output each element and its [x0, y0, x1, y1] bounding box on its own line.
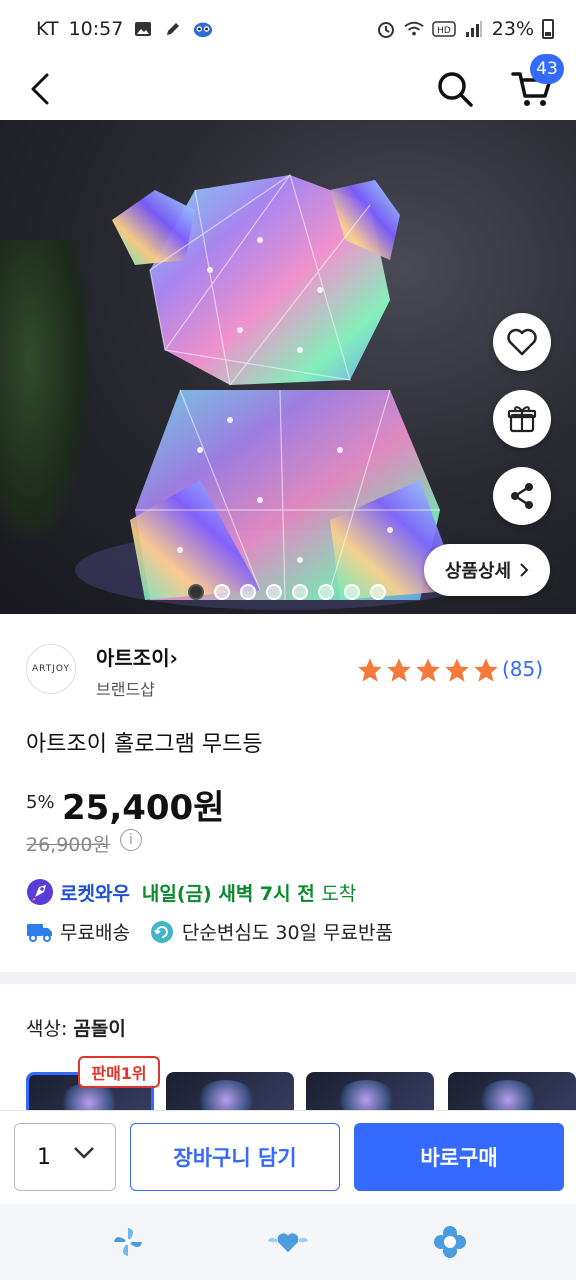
return-policy-label: 단순변심도 30일 무료반품 [181, 922, 393, 944]
share-icon [511, 483, 533, 509]
carousel-dot[interactable] [344, 584, 360, 600]
carousel-indicators [188, 584, 386, 600]
brand-logo[interactable]: ARTJOY [26, 644, 76, 694]
carrier-label: KT [36, 18, 59, 40]
add-to-cart-button[interactable]: 장바구니 담기 [130, 1123, 340, 1191]
wifi-icon [404, 19, 424, 39]
sale-price: 25,400원 [62, 788, 225, 828]
star-icon [416, 658, 440, 682]
arrival-time: 내일(금) 새벽 7시 전 [141, 882, 315, 905]
battery-percent: 23% [491, 18, 534, 40]
carousel-dot[interactable] [292, 584, 308, 600]
rocket-wow-label: 로켓와우 [60, 882, 130, 905]
purchase-action-bar: 1 장바구니 담기 바로구매 [0, 1110, 576, 1204]
gallery-icon [133, 19, 153, 39]
nav-home-button[interactable] [266, 1222, 310, 1262]
share-button[interactable] [493, 467, 551, 525]
alarm-icon [376, 19, 396, 39]
chevron-right-icon [520, 563, 529, 577]
quantity-value: 1 [37, 1144, 51, 1170]
battery-icon [542, 19, 554, 39]
shipping-info-row: 무료배송 단순변심도 30일 무료반품 [26, 918, 393, 945]
back-arrow-icon [31, 73, 49, 105]
product-image-carousel[interactable]: 상품상세 [0, 120, 576, 614]
carousel-dot[interactable] [214, 584, 230, 600]
section-divider [0, 972, 576, 984]
gift-icon [507, 406, 537, 433]
back-button[interactable] [18, 64, 62, 114]
review-count-link[interactable]: (85) [502, 657, 543, 681]
hd-icon: HD [432, 19, 456, 39]
brand-link[interactable]: 아트조이› [96, 642, 178, 671]
info-icon[interactable]: i [120, 829, 142, 851]
clock: 10:57 [68, 18, 124, 40]
return-icon [150, 920, 173, 943]
carousel-dot[interactable] [266, 584, 282, 600]
top-header [0, 58, 576, 120]
star-icon [358, 658, 382, 682]
star-icon [474, 658, 498, 682]
search-button[interactable] [430, 64, 480, 114]
discount-rate: 5% [26, 792, 55, 813]
brand-shop-label: 브랜드샵 [96, 680, 155, 699]
carousel-dot[interactable] [318, 584, 334, 600]
chevron-down-icon [74, 1147, 94, 1159]
arrival-suffix: 도착 [321, 882, 357, 905]
product-title: 아트조이 홀로그램 무드등 [26, 732, 263, 757]
star-icon [445, 658, 469, 682]
carousel-dot[interactable] [240, 584, 256, 600]
winged-heart-icon [267, 1233, 309, 1253]
cart-count-badge: 43 [530, 54, 564, 84]
wishlist-button[interactable] [493, 313, 551, 371]
status-bar: KT 10:57 HD 23% [0, 0, 576, 58]
app-notification-icon [193, 19, 213, 39]
brand-name: 아트조이 [96, 646, 170, 670]
color-option-label: 색상: 곰돌이 [26, 1014, 126, 1041]
rating-stars[interactable] [356, 656, 500, 684]
nav-recent-apps-button[interactable] [106, 1222, 150, 1262]
flower-icon [434, 1226, 466, 1258]
carousel-dot[interactable] [188, 584, 204, 600]
gift-button[interactable] [493, 390, 551, 448]
pinwheel-icon [114, 1228, 142, 1256]
product-detail-button[interactable]: 상품상세 [424, 544, 550, 596]
color-label: 색상: [26, 1018, 68, 1040]
product-detail-label: 상품상세 [444, 561, 512, 582]
system-nav-bar [0, 1204, 576, 1280]
hologram-bear-image [75, 174, 495, 610]
svg-text:HD: HD [437, 26, 451, 36]
search-icon [438, 72, 473, 107]
edit-icon [163, 19, 183, 39]
star-icon [387, 658, 411, 682]
original-price: 26,900원 [26, 834, 110, 856]
color-value: 곰돌이 [73, 1018, 126, 1040]
carousel-dot[interactable] [370, 584, 386, 600]
nav-back-button[interactable] [428, 1222, 472, 1262]
signal-icon [464, 19, 484, 39]
best-seller-badge: 판매1위 [78, 1056, 160, 1088]
chevron-right-icon: › [169, 646, 178, 670]
rocket-icon [27, 879, 53, 905]
buy-now-button[interactable]: 바로구매 [354, 1123, 564, 1191]
rocket-delivery-row: 로켓와우 내일(금) 새벽 7시 전 도착 [26, 878, 356, 906]
quantity-select[interactable]: 1 [14, 1123, 116, 1191]
truck-icon [27, 923, 52, 942]
heart-icon [507, 328, 537, 356]
free-shipping-label: 무료배송 [60, 922, 130, 944]
